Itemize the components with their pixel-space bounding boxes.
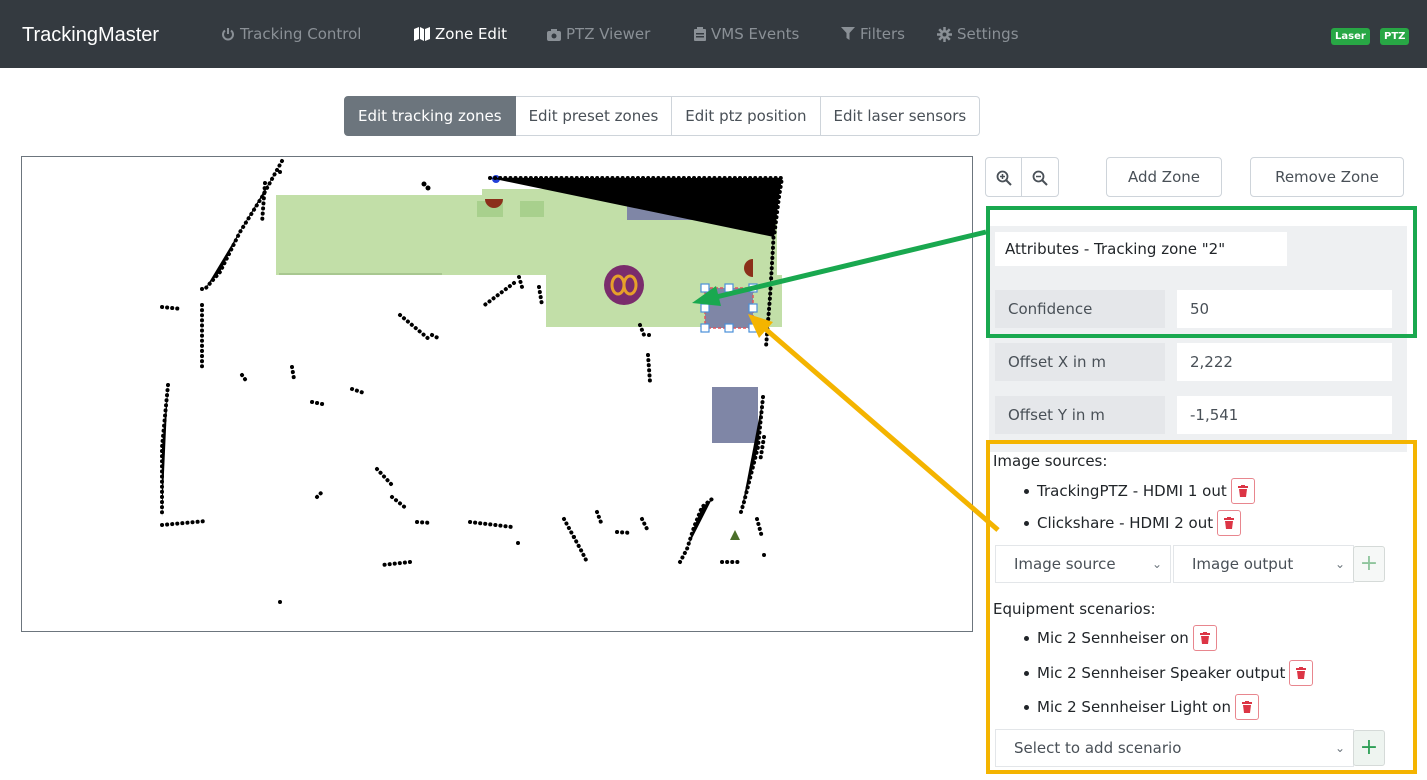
- assignments-highlight-box: [986, 440, 1417, 774]
- tracking-zone-area[interactable]: [520, 201, 544, 217]
- nav-ptz-viewer[interactable]: PTZ Viewer: [547, 25, 650, 43]
- add-zone-button[interactable]: Add Zone: [1106, 157, 1222, 197]
- nav-vms-events[interactable]: VMS Events: [694, 25, 799, 43]
- nav-zone-edit[interactable]: Zone Edit: [414, 25, 507, 43]
- zone-map-canvas[interactable]: [21, 156, 973, 632]
- zone-edit-tabs: Edit tracking zones Edit preset zones Ed…: [344, 96, 981, 136]
- nav-ptz-viewer-label: PTZ Viewer: [566, 25, 651, 43]
- filter-icon: [841, 27, 855, 40]
- app-brand[interactable]: TrackingMaster: [22, 24, 159, 47]
- nav-zone-edit-label: Zone Edit: [435, 25, 508, 43]
- selected-zone-2[interactable]: [700, 283, 758, 333]
- tracked-person-marker[interactable]: [604, 265, 644, 305]
- laser-status-badge: Laser: [1331, 28, 1370, 45]
- nav-filters[interactable]: Filters: [841, 25, 905, 43]
- nav-tracking-control[interactable]: Tracking Control: [221, 25, 361, 43]
- nav-filters-label: Filters: [860, 25, 905, 43]
- nav-tracking-control-label: Tracking Control: [240, 25, 362, 43]
- tab-edit-ptz-position[interactable]: Edit ptz position: [672, 96, 821, 136]
- attributes-highlight-box: [986, 206, 1417, 338]
- clipboard-icon: [694, 27, 706, 41]
- nav-vms-events-label: VMS Events: [711, 25, 800, 43]
- tracking-zone-area[interactable]: [276, 195, 482, 275]
- power-icon: [222, 28, 234, 41]
- zoom-out-icon: [1032, 170, 1048, 186]
- tab-edit-preset-zones[interactable]: Edit preset zones: [515, 96, 673, 136]
- remove-zone-button[interactable]: Remove Zone: [1250, 157, 1404, 197]
- top-navbar: TrackingMaster Tracking Control Zone Edi…: [0, 0, 1427, 68]
- tab-edit-laser-sensors[interactable]: Edit laser sensors: [820, 96, 981, 136]
- offset-x-label: Offset X in m: [995, 343, 1165, 381]
- nav-settings[interactable]: Settings: [937, 25, 1019, 43]
- offset-y-label: Offset Y in m: [995, 396, 1165, 434]
- zoom-out-button[interactable]: [1021, 157, 1059, 197]
- offset-y-field[interactable]: -1,541: [1177, 396, 1392, 434]
- zoom-in-icon: [996, 170, 1012, 186]
- ptz-status-badge: PTZ: [1380, 28, 1410, 45]
- tab-edit-tracking-zones[interactable]: Edit tracking zones: [344, 96, 516, 136]
- gear-icon: [937, 26, 952, 42]
- map-icon: [414, 27, 430, 41]
- preset-zone-area[interactable]: [712, 387, 758, 443]
- camera-icon: [547, 28, 561, 41]
- nav-settings-label: Settings: [957, 25, 1019, 43]
- zoom-in-button[interactable]: [985, 157, 1022, 197]
- zone-map-drawing: [160, 159, 785, 604]
- offset-x-field[interactable]: 2,222: [1177, 343, 1392, 381]
